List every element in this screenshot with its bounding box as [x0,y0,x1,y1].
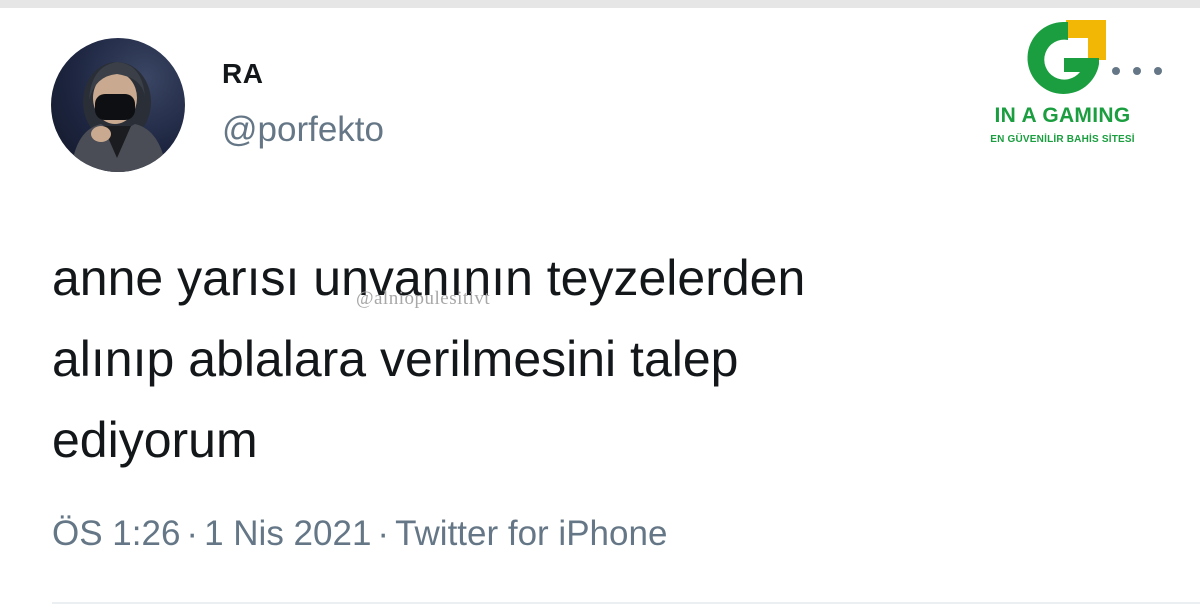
display-name[interactable]: RA [222,58,263,90]
tweet-text: anne yarısı unvanının teyzelerden alınıp… [52,238,1052,481]
avatar[interactable] [51,38,185,172]
gaming-logo-icon [1027,20,1106,94]
watermark-text: @alniopulesitivt [356,288,491,309]
user-handle[interactable]: @porfekto [222,110,384,150]
more-dot [1154,67,1162,75]
tweet-meta: ÖS 1:26 · 1 Nis 2021 · Twitter for iPhone [52,514,667,554]
tweet-time[interactable]: ÖS 1:26 [52,514,180,553]
logo-subtitle: EN GÜVENİLİR BAHİS SİTESİ [990,134,1135,145]
overlay-logo: IN A GAMING EN GÜVENİLİR BAHİS SİTESİ [975,16,1150,156]
meta-separator: · [377,514,390,553]
tweet-source[interactable]: Twitter for iPhone [395,514,667,553]
tweet-text-line: anne yarısı unvanının teyzelerden [52,250,806,306]
tweet-text-line: alınıp ablalara verilmesini talep [52,331,739,387]
top-divider [0,0,1200,8]
bottom-divider [52,602,1200,604]
avatar-image [71,62,167,172]
tweet-text-line: ediyorum [52,412,258,468]
tweet-date[interactable]: 1 Nis 2021 [204,514,371,553]
logo-title: IN A GAMING [994,104,1131,127]
meta-separator: · [186,514,199,553]
